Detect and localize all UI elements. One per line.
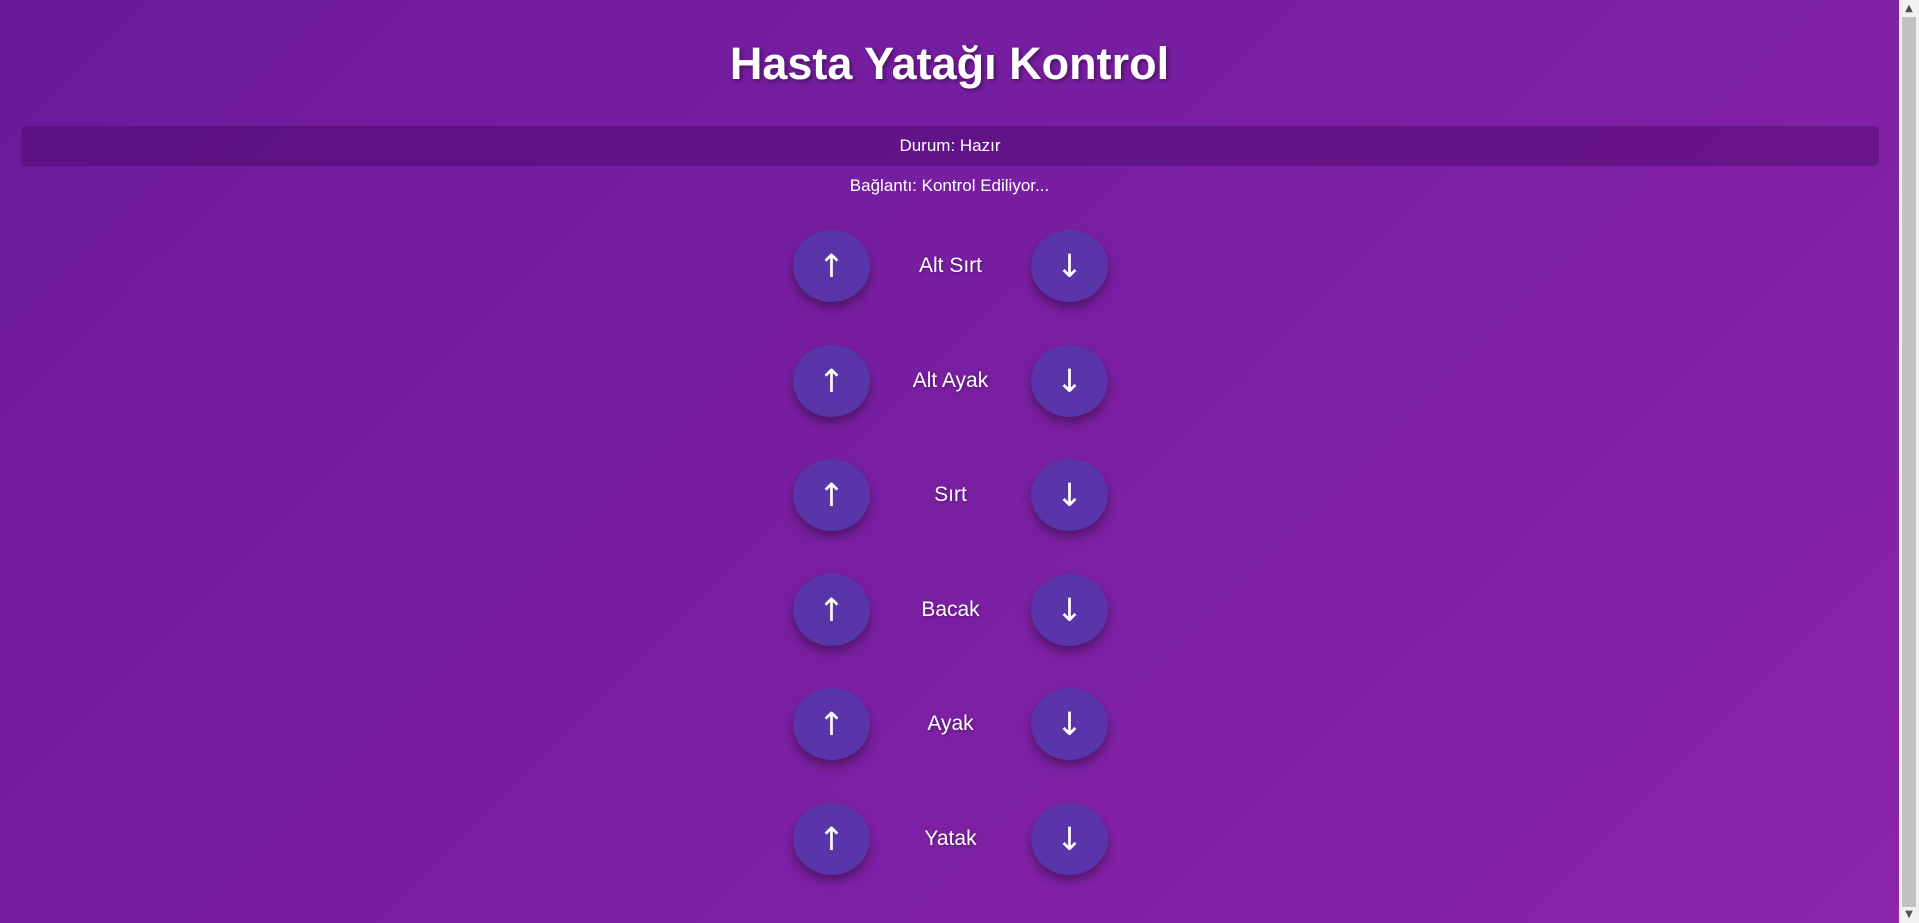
control-label: Yatak (924, 826, 977, 850)
page: Hasta Yatağı Kontrol Durum: Hazır Bağlan… (0, 0, 1899, 923)
arrow-up-icon: ↑ (818, 247, 845, 285)
arrow-up-icon: ↑ (818, 476, 845, 514)
control-row-yatak: ↑ Yatak ↓ (793, 802, 1109, 875)
yatak-up-button[interactable]: ↑ (793, 802, 870, 875)
connection-status: Bağlantı: Kontrol Ediliyor... (849, 176, 1050, 195)
scrollbar-thumb[interactable] (1902, 17, 1916, 907)
arrow-down-icon: ↓ (1056, 476, 1083, 514)
scroll-down-icon[interactable]: ▼ (1899, 906, 1919, 923)
alt-sirt-down-button[interactable]: ↓ (1031, 230, 1108, 302)
sirt-down-button[interactable]: ↓ (1031, 459, 1108, 531)
arrow-up-icon: ↑ (818, 590, 845, 629)
control-label: Alt Ayak (912, 368, 989, 392)
alt-ayak-down-button[interactable]: ↓ (1031, 344, 1108, 417)
control-row-alt-ayak: ↑ Alt Ayak ↓ (793, 344, 1109, 417)
arrow-down-icon: ↓ (1056, 361, 1083, 400)
arrow-up-icon: ↑ (818, 819, 845, 858)
control-row-sirt: ↑ Sırt ↓ (793, 459, 1109, 531)
scroll-up-icon[interactable]: ▲ (1899, 0, 1919, 17)
page-title: Hasta Yatağı Kontrol (729, 38, 1170, 89)
alt-sirt-up-button[interactable]: ↑ (793, 230, 870, 302)
ayak-down-button[interactable]: ↓ (1031, 688, 1108, 760)
arrow-down-icon: ↓ (1056, 247, 1083, 285)
status-text: Durum: Hazır (899, 136, 1001, 155)
bacak-down-button[interactable]: ↓ (1031, 573, 1108, 646)
control-row-ayak: ↑ Ayak ↓ (793, 688, 1109, 760)
bacak-up-button[interactable]: ↑ (793, 573, 870, 646)
ayak-up-button[interactable]: ↑ (793, 688, 870, 760)
sirt-up-button[interactable]: ↑ (793, 459, 870, 531)
arrow-up-icon: ↑ (818, 705, 845, 743)
control-label: Sırt (934, 483, 967, 506)
control-label: Bacak (921, 597, 980, 621)
control-label: Alt Sırt (918, 254, 982, 277)
control-row-bacak: ↑ Bacak ↓ (793, 573, 1109, 646)
arrow-down-icon: ↓ (1056, 819, 1083, 858)
bed-controls: ↑ Alt Sırt ↓ ↑ Alt Ayak ↓ ↑ Sırt ↓ ↑ Bac… (793, 230, 1109, 917)
yatak-down-button[interactable]: ↓ (1031, 802, 1108, 875)
control-row-alt-sirt: ↑ Alt Sırt ↓ (793, 230, 1109, 302)
alt-ayak-up-button[interactable]: ↑ (793, 344, 870, 417)
arrow-down-icon: ↓ (1056, 705, 1083, 743)
arrow-up-icon: ↑ (818, 361, 845, 400)
control-label: Ayak (927, 712, 974, 735)
arrow-down-icon: ↓ (1056, 590, 1083, 629)
status-bar: Durum: Hazır (21, 126, 1879, 166)
vertical-scrollbar[interactable]: ▲ ▼ (1899, 0, 1919, 923)
